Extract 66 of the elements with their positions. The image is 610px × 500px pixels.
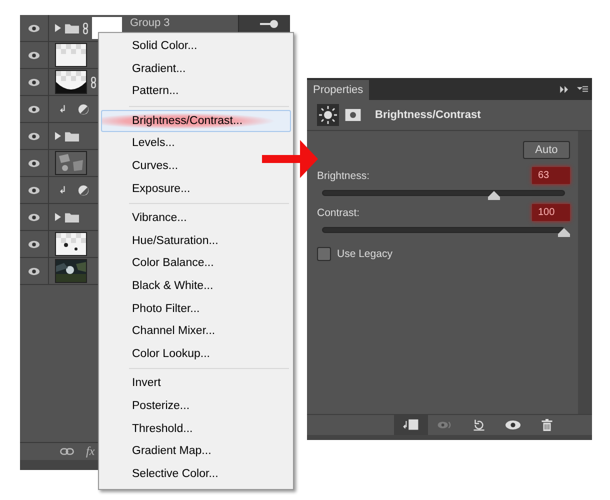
checkbox-label: Use Legacy <box>337 248 392 260</box>
eye-icon[interactable] <box>28 266 40 276</box>
chain-link-icon <box>91 76 96 88</box>
adjustment-circle-icon <box>78 184 89 196</box>
slider-label: Contrast: <box>317 206 360 218</box>
menu-item[interactable]: Solid Color... <box>101 35 202 58</box>
slider-label: Brightness: <box>317 170 370 182</box>
menu-item[interactable]: Brightness/Contrast... <box>101 110 291 132</box>
menu-item[interactable]: Exposure... <box>101 178 196 200</box>
folder-icon <box>65 130 79 142</box>
fx-button[interactable]: fx <box>86 444 95 459</box>
menu-item[interactable]: Hue/Saturation... <box>101 230 224 252</box>
eye-icon[interactable] <box>28 240 40 248</box>
folder-icon <box>65 212 79 222</box>
value-field[interactable]: 63 <box>532 167 570 184</box>
slider-pin-icon[interactable] <box>260 19 280 29</box>
eye-icon[interactable] <box>28 212 40 222</box>
eye-icon[interactable] <box>28 158 40 168</box>
menu-item[interactable]: Posterize... <box>101 394 195 418</box>
menu-item[interactable]: Black & White... <box>101 274 218 298</box>
eye-icon[interactable] <box>28 24 40 32</box>
sun-icon[interactable] <box>317 104 339 126</box>
panel-title: Brightness/Contrast <box>375 109 481 121</box>
pointer-arrow <box>262 140 318 178</box>
menu-item[interactable]: Curves... <box>101 154 184 178</box>
eye-icon[interactable] <box>28 78 40 86</box>
reset-icon[interactable] <box>471 419 487 431</box>
trash-icon[interactable] <box>539 419 555 431</box>
properties-tab[interactable]: Properties <box>307 80 370 100</box>
eye-icon[interactable] <box>28 104 40 114</box>
eye-icon[interactable] <box>28 50 40 60</box>
menu-item[interactable]: Selective Color... <box>101 462 224 486</box>
menu-item[interactable]: Color Balance... <box>101 252 219 275</box>
auto-button[interactable]: Auto <box>523 141 570 159</box>
menu-item[interactable]: Gradient... <box>101 58 191 80</box>
menu-item[interactable]: Pattern... <box>101 80 184 103</box>
value-field[interactable]: 100 <box>532 204 570 221</box>
expand-triangle-icon[interactable] <box>55 132 61 140</box>
link-icon[interactable] <box>60 448 74 455</box>
eye-icon[interactable] <box>505 419 521 431</box>
menu-item[interactable]: Gradient Map... <box>101 440 216 463</box>
slider-thumb[interactable] <box>487 191 502 200</box>
menu-item[interactable]: Levels... <box>101 132 180 155</box>
eye-icon[interactable] <box>28 186 40 194</box>
mask-icon[interactable] <box>345 109 361 121</box>
collapse-icon[interactable] <box>560 86 569 92</box>
clip-to-layer-icon[interactable] <box>403 419 419 431</box>
clipping-arrow-icon <box>59 186 66 194</box>
menu-item[interactable]: Channel Mixer... <box>101 320 220 343</box>
folder-icon <box>65 22 79 34</box>
eye-icon[interactable] <box>28 132 40 140</box>
menu-icon[interactable] <box>577 85 588 93</box>
menu-item[interactable]: Color Lookup... <box>101 342 215 366</box>
menu-item[interactable]: Invert <box>101 372 166 395</box>
clipping-arrow-icon <box>59 104 66 114</box>
chain-link-icon <box>83 22 88 34</box>
menu-item[interactable]: Threshold... <box>101 418 198 440</box>
slider-thumb[interactable] <box>557 228 571 237</box>
layer-name: Group 3 <box>130 17 170 29</box>
checkbox[interactable] <box>317 247 331 261</box>
menu-item[interactable]: Photo Filter... <box>101 298 205 320</box>
adjustment-circle-icon <box>78 104 89 114</box>
scrollbar[interactable] <box>578 131 592 414</box>
expand-triangle-icon[interactable] <box>55 24 61 32</box>
expand-triangle-icon[interactable] <box>55 213 61 221</box>
menu-item[interactable]: Vibrance... <box>101 207 192 230</box>
